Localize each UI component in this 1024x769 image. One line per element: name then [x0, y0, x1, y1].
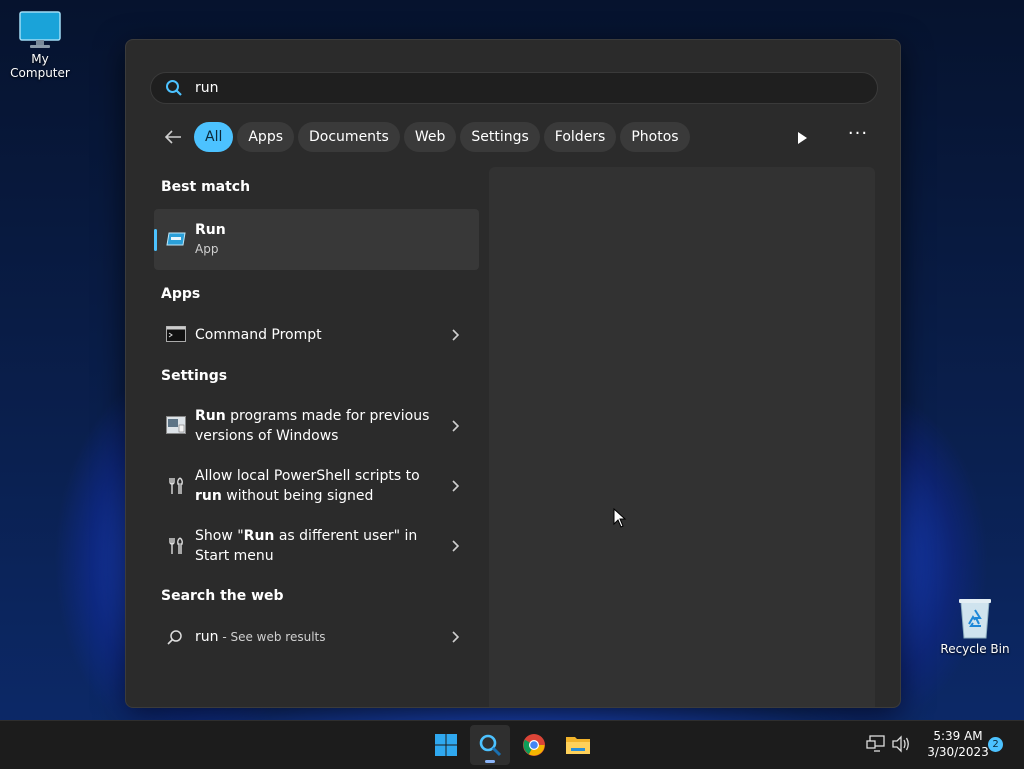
play-icon[interactable] — [792, 128, 812, 148]
desktop-icon-label: My Computer — [10, 52, 70, 80]
list-item-label: Command Prompt — [195, 327, 322, 343]
developer-tools-icon — [169, 477, 183, 494]
filter-photos[interactable]: Photos — [620, 122, 690, 152]
more-options-icon[interactable]: ··· — [846, 125, 870, 146]
section-title-apps: Apps — [161, 286, 201, 302]
chrome-icon — [523, 734, 545, 756]
recycle-bin-icon — [959, 599, 991, 639]
search-box[interactable] — [150, 72, 878, 104]
section-title-settings: Settings — [161, 368, 228, 384]
best-match-item[interactable]: Run App — [154, 209, 479, 270]
monitor-icon — [19, 11, 61, 48]
desktop-icon-label: Recycle Bin — [940, 642, 1010, 656]
section-title-search-web: Search the web — [161, 588, 284, 604]
search-icon — [167, 630, 182, 645]
chevron-right-icon — [452, 420, 460, 432]
filter-documents[interactable]: Documents — [298, 122, 400, 152]
volume-icon[interactable] — [891, 735, 911, 753]
folder-icon — [566, 737, 590, 754]
chevron-right-icon — [452, 329, 460, 341]
list-item-label: run - See web results — [195, 629, 326, 645]
filter-bar: All Apps Documents Web Settings Folders … — [162, 122, 694, 152]
list-item-settings-run-as[interactable]: Show "Run as different user" in Start me… — [154, 520, 479, 572]
filter-all[interactable]: All — [194, 122, 234, 152]
filter-apps[interactable]: Apps — [237, 122, 295, 152]
taskbar: 5:39 AM 3/30/2023 2 — [0, 720, 1024, 769]
list-item-label: Show "Run as different user" in Start me… — [195, 528, 418, 564]
search-icon — [479, 734, 502, 757]
network-icon[interactable] — [866, 735, 886, 753]
search-panel: All Apps Documents Web Settings Folders … — [125, 39, 901, 708]
list-item-settings-powershell[interactable]: Allow local PowerShell scripts to run wi… — [154, 460, 479, 512]
chevron-right-icon — [452, 480, 460, 492]
taskbar-clock[interactable]: 5:39 AM 3/30/2023 — [918, 728, 998, 760]
clock-date: 3/30/2023 — [927, 745, 989, 759]
clock-time: 5:39 AM — [933, 729, 983, 743]
start-button[interactable] — [426, 725, 466, 765]
developer-tools-icon — [169, 537, 183, 554]
desktop-icon-my-computer[interactable]: My Computer — [0, 10, 80, 80]
filter-settings[interactable]: Settings — [460, 122, 540, 152]
chevron-right-icon — [452, 540, 460, 552]
taskbar-search-button[interactable] — [470, 725, 510, 765]
list-item-web-search[interactable]: run - See web results — [154, 620, 479, 654]
search-input[interactable] — [193, 79, 797, 97]
chevron-right-icon — [452, 631, 460, 643]
taskbar-file-explorer-button[interactable] — [558, 725, 598, 765]
compatibility-settings-icon — [166, 416, 186, 434]
section-title-best-match: Best match — [161, 179, 251, 195]
best-match-title: Run — [195, 222, 226, 238]
preview-pane — [489, 167, 875, 707]
filter-folders[interactable]: Folders — [543, 122, 617, 152]
taskbar-chrome-button[interactable] — [514, 725, 554, 765]
list-item-command-prompt[interactable]: Command Prompt — [154, 319, 479, 351]
selection-indicator — [154, 229, 157, 251]
notification-badge[interactable]: 2 — [988, 737, 1003, 752]
run-app-icon — [166, 232, 186, 246]
list-item-label: Allow local PowerShell scripts to run wi… — [195, 468, 420, 504]
search-icon — [166, 80, 182, 96]
best-match-subtitle: App — [195, 242, 219, 256]
list-item-settings-compat[interactable]: Run programs made for previous versions … — [154, 400, 479, 452]
mouse-cursor-icon — [613, 508, 627, 528]
back-arrow-icon[interactable] — [162, 126, 184, 148]
filter-web[interactable]: Web — [403, 122, 457, 152]
list-item-label: Run programs made for previous versions … — [195, 408, 430, 444]
windows-logo-icon — [435, 734, 457, 756]
desktop-icon-recycle-bin[interactable]: Recycle Bin — [935, 596, 1015, 656]
command-prompt-icon — [166, 326, 186, 342]
